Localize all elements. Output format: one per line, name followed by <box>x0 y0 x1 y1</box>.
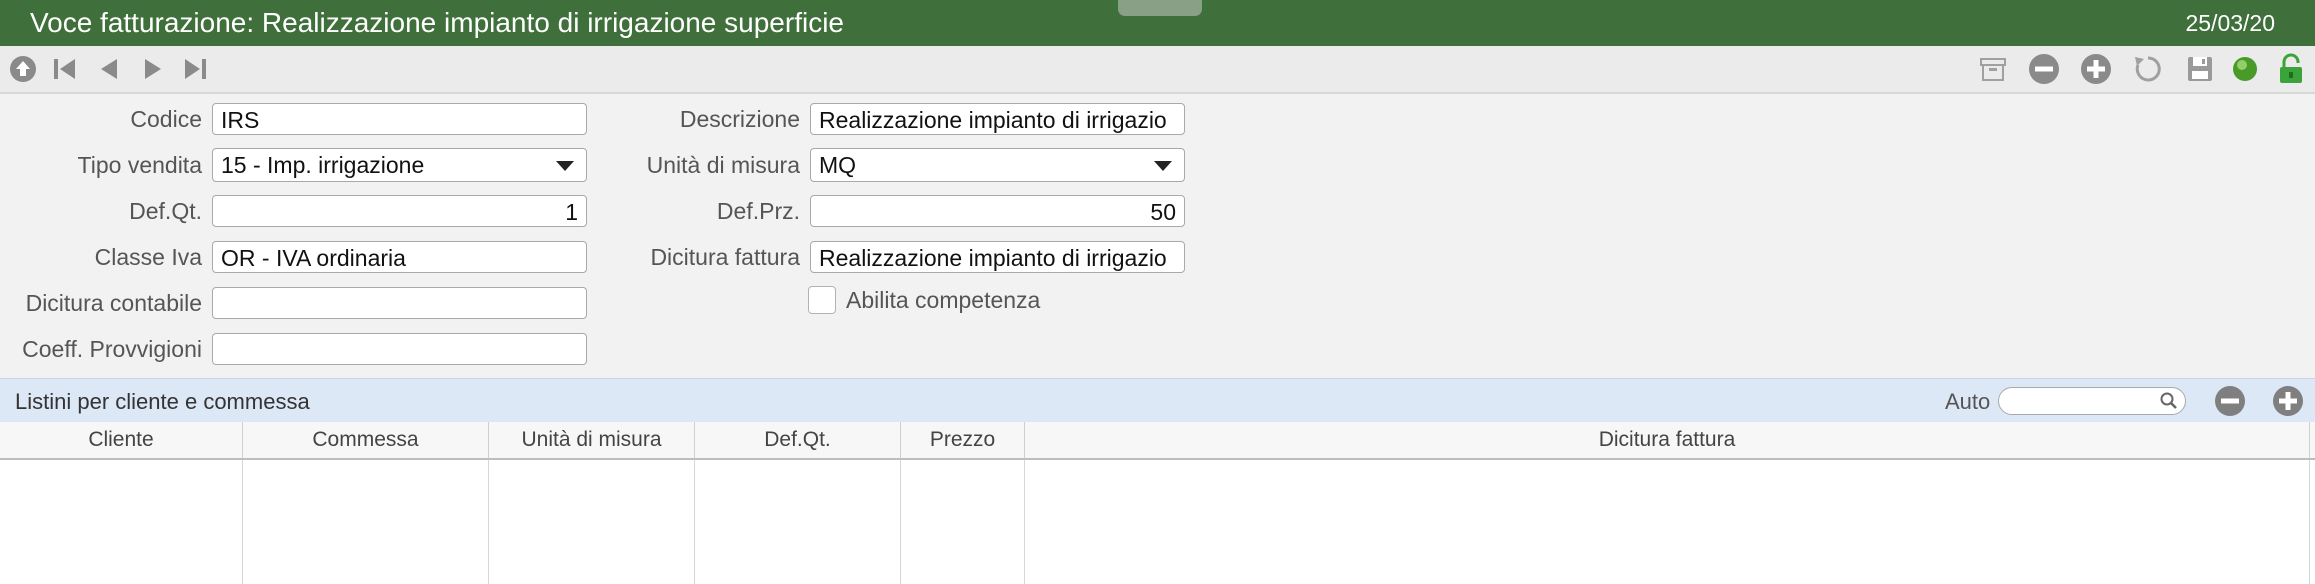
remove-icon[interactable] <box>2026 46 2062 92</box>
classe-iva-field[interactable]: OR - IVA ordinaria <box>212 241 587 273</box>
column-divider <box>1024 460 1025 584</box>
column-header-dicitura-fattura[interactable]: Dicitura fattura <box>1025 422 2310 458</box>
def-qt-label: Def.Qt. <box>129 198 202 224</box>
archive-icon[interactable] <box>1976 46 2010 92</box>
column-divider <box>2309 460 2310 584</box>
next-record-icon[interactable] <box>138 46 168 92</box>
dicitura-fattura-label: Dicitura fattura <box>650 244 800 270</box>
add-row-icon[interactable] <box>2272 385 2304 422</box>
tipo-vendita-label: Tipo vendita <box>77 152 202 178</box>
add-icon[interactable] <box>2078 46 2114 92</box>
toolbar <box>0 46 2315 94</box>
unita-misura-value: MQ <box>819 152 857 178</box>
abilita-competenza-checkbox[interactable] <box>808 286 836 314</box>
classe-iva-label: Classe Iva <box>94 244 202 270</box>
column-header-cliente[interactable]: Cliente <box>0 422 243 458</box>
window-title: Voce fatturazione: Realizzazione impiant… <box>30 7 844 38</box>
def-prz-field[interactable]: 50 <box>810 195 1185 227</box>
coeff-provvigioni-label: Coeff. Provvigioni <box>22 336 202 362</box>
coeff-provvigioni-field[interactable] <box>212 333 587 365</box>
previous-record-icon[interactable] <box>94 46 124 92</box>
dicitura-fattura-field[interactable]: Realizzazione impianto di irrigazio <box>810 241 1185 273</box>
abilita-competenza-label: Abilita competenza <box>846 287 1041 313</box>
unlock-icon[interactable] <box>2274 46 2308 92</box>
titlebar-handle[interactable] <box>1118 0 1202 16</box>
listini-section-bar: Listini per cliente e commessa Auto <box>0 378 2315 423</box>
codice-field[interactable]: IRS <box>212 103 587 135</box>
listini-section-title: Listini per cliente e commessa <box>15 389 310 414</box>
column-divider <box>694 460 695 584</box>
codice-label: Codice <box>130 106 202 132</box>
listini-table-body[interactable] <box>0 460 2315 584</box>
column-header-commessa[interactable]: Commessa <box>243 422 489 458</box>
remove-row-icon[interactable] <box>2214 385 2246 422</box>
tipo-vendita-select[interactable]: 15 - Imp. irrigazione <box>212 148 587 182</box>
auto-label: Auto <box>1945 389 1991 414</box>
column-divider <box>900 460 901 584</box>
chevron-down-icon <box>556 161 574 171</box>
def-qt-field[interactable]: 1 <box>212 195 587 227</box>
home-up-icon[interactable] <box>6 46 40 92</box>
descrizione-label: Descrizione <box>679 106 800 132</box>
column-header-def-qt[interactable]: Def.Qt. <box>695 422 901 458</box>
chevron-down-icon <box>1154 161 1172 171</box>
column-header-prezzo[interactable]: Prezzo <box>901 422 1025 458</box>
descrizione-field[interactable]: Realizzazione impianto di irrigazio <box>810 103 1185 135</box>
dicitura-contabile-field[interactable] <box>212 287 587 319</box>
column-header-unita-misura[interactable]: Unità di misura <box>489 422 695 458</box>
column-divider <box>242 460 243 584</box>
search-icon <box>2159 391 2179 416</box>
window-titlebar: Voce fatturazione: Realizzazione impiant… <box>0 0 2315 46</box>
listini-table-header: Cliente Commessa Unità di misura Def.Qt.… <box>0 422 2315 460</box>
save-icon[interactable] <box>2182 46 2218 92</box>
refresh-icon[interactable] <box>2130 46 2166 92</box>
last-record-icon[interactable] <box>180 46 210 92</box>
dicitura-contabile-label: Dicitura contabile <box>25 290 202 316</box>
column-divider <box>488 460 489 584</box>
window-date: 25/03/20 <box>2185 10 2275 36</box>
unita-misura-label: Unità di misura <box>646 152 800 178</box>
tipo-vendita-value: 15 - Imp. irrigazione <box>221 152 425 178</box>
listini-search-input[interactable] <box>1998 387 2186 415</box>
first-record-icon[interactable] <box>50 46 80 92</box>
status-green-icon[interactable] <box>2228 46 2262 92</box>
unita-misura-select[interactable]: MQ <box>810 148 1185 182</box>
def-prz-label: Def.Prz. <box>716 198 800 224</box>
